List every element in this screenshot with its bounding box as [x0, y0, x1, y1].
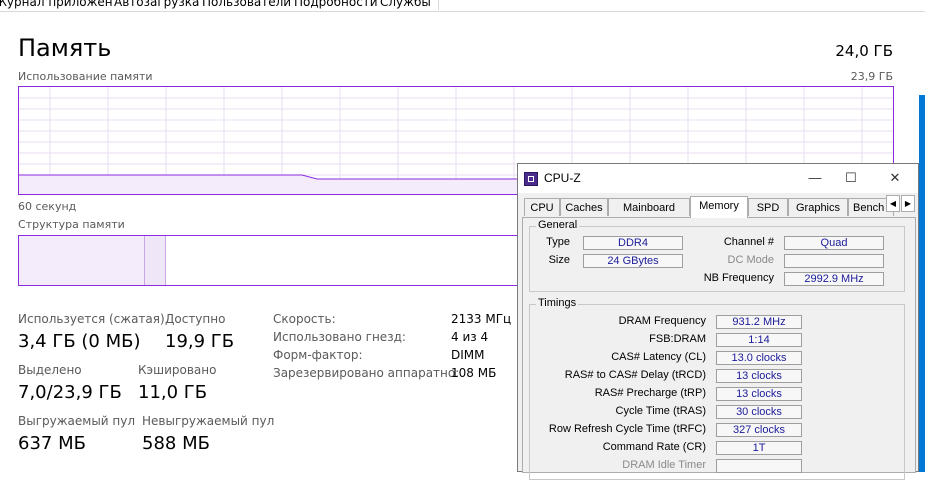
fsb-dram-value: 1:14: [716, 333, 802, 347]
trfc-label: Row Refresh Cycle Time (tRFC): [548, 423, 706, 435]
type-label: Type: [546, 236, 570, 248]
channel-label: Channel #: [723, 236, 774, 248]
tab-spd[interactable]: SPD: [748, 198, 788, 216]
committed-label: Выделено: [18, 363, 82, 377]
cpuz-titlebar[interactable]: CPU-Z — ☐ ✕: [518, 164, 918, 193]
cached-label: Кэшировано: [138, 363, 217, 377]
tras-value: 30 clocks: [716, 405, 802, 419]
tab-mainboard[interactable]: Mainboard: [608, 198, 690, 216]
cpuz-title: CPU-Z: [544, 171, 581, 185]
cpuz-app-icon: [524, 172, 538, 186]
in-use-label: Используется (сжатая): [18, 312, 165, 326]
dram-idle-timer-label: DRAM Idle Timer: [622, 459, 706, 471]
command-rate-value: 1T: [716, 441, 802, 455]
size-value: 24 GBytes: [583, 254, 683, 268]
in-use-value: 3,4 ГБ (0 МБ): [18, 331, 141, 352]
hardware-reserved-value: 108 МБ: [451, 366, 497, 380]
trcd-value: 13 clocks: [716, 369, 802, 383]
slots-used-label: Использовано гнезд:: [273, 330, 406, 344]
total-memory: 24,0 ГБ: [835, 42, 893, 60]
page-title: Память: [18, 34, 112, 62]
paged-pool-label: Выгружаемый пул: [18, 414, 136, 428]
dram-idle-timer-value: [716, 459, 802, 473]
dram-frequency-value: 931.2 MHz: [716, 315, 802, 329]
tab-strip: Журнал приложений Автозагрузка Пользоват…: [0, 0, 925, 12]
nb-frequency-label: NB Frequency: [703, 272, 774, 284]
usage-label: Использование памяти: [18, 70, 153, 83]
available-value: 19,9 ГБ: [165, 331, 235, 352]
speed-label: Скорость:: [273, 312, 336, 326]
maximize-icon[interactable]: ☐: [840, 169, 862, 187]
type-value: DDR4: [583, 236, 683, 250]
timings-group: Timings DRAM Frequency 931.2 MHz FSB:DRA…: [529, 297, 905, 480]
structure-label: Структура памяти: [18, 218, 125, 231]
nonpaged-pool-label: Невыгружаемый пул: [142, 414, 275, 428]
tab-users[interactable]: Пользователи: [200, 0, 293, 10]
hardware-reserved-label: Зарезервировано аппаратно:: [273, 366, 460, 380]
usage-max: 23,9 ГБ: [850, 70, 893, 83]
tab-services[interactable]: Службы: [378, 0, 439, 10]
timings-group-title: Timings: [536, 297, 579, 309]
fsb-dram-label: FSB:DRAM: [649, 333, 706, 345]
memory-panel: General Type DDR4 Size 24 GBytes Channel…: [522, 217, 916, 480]
tab-cpu[interactable]: CPU: [524, 198, 560, 216]
dc-mode-value: [784, 254, 884, 268]
tab-scroll-right-icon[interactable]: ▶: [901, 195, 915, 212]
command-rate-label: Command Rate (CR): [602, 441, 706, 453]
background-window-edge: [919, 95, 925, 472]
tab-graphics[interactable]: Graphics: [788, 198, 848, 216]
trfc-value: 327 clocks: [716, 423, 802, 437]
size-label: Size: [548, 254, 570, 266]
available-label: Доступно: [165, 312, 226, 326]
tab-startup[interactable]: Автозагрузка: [112, 0, 201, 10]
tab-caches[interactable]: Caches: [560, 198, 608, 216]
dram-frequency-label: DRAM Frequency: [618, 315, 706, 327]
minimize-icon[interactable]: —: [804, 169, 826, 187]
general-group-title: General: [536, 219, 580, 231]
structure-modified[interactable]: [145, 236, 166, 285]
form-factor-label: Форм-фактор:: [273, 348, 363, 362]
structure-in-use[interactable]: [19, 236, 145, 285]
tab-scroll-left-icon[interactable]: ◀: [886, 195, 900, 212]
time-span-label: 60 секунд: [18, 200, 77, 213]
general-group: General Type DDR4 Size 24 GBytes Channel…: [529, 219, 905, 292]
tab-app-history[interactable]: Журнал приложений: [0, 0, 128, 10]
cas-latency-value: 13.0 clocks: [716, 351, 802, 365]
slots-used-value: 4 из 4: [451, 330, 489, 344]
cached-value: 11,0 ГБ: [138, 382, 208, 403]
committed-value: 7,0/23,9 ГБ: [18, 382, 122, 403]
form-factor-value: DIMM: [451, 348, 485, 362]
channel-value: Quad: [784, 236, 884, 250]
tab-memory[interactable]: Memory: [690, 196, 748, 218]
nonpaged-pool-value: 588 МБ: [142, 433, 210, 454]
speed-value: 2133 МГц: [451, 312, 512, 326]
cas-latency-label: CAS# Latency (CL): [611, 351, 706, 363]
trcd-label: RAS# to CAS# Delay (tRCD): [564, 369, 706, 381]
nb-frequency-value: 2992.9 MHz: [784, 272, 884, 286]
dc-mode-label: DC Mode: [727, 254, 774, 266]
trp-label: RAS# Precharge (tRP): [594, 387, 706, 399]
cpuz-window[interactable]: CPU-Z — ☐ ✕ CPU Caches Mainboard Memory …: [517, 163, 920, 480]
tab-details[interactable]: Подробности: [292, 0, 379, 10]
cpuz-tab-bar: CPU Caches Mainboard Memory SPD Graphics…: [524, 196, 920, 218]
close-icon[interactable]: ✕: [884, 169, 906, 187]
trp-value: 13 clocks: [716, 387, 802, 401]
tras-label: Cycle Time (tRAS): [615, 405, 706, 417]
paged-pool-value: 637 МБ: [18, 433, 86, 454]
